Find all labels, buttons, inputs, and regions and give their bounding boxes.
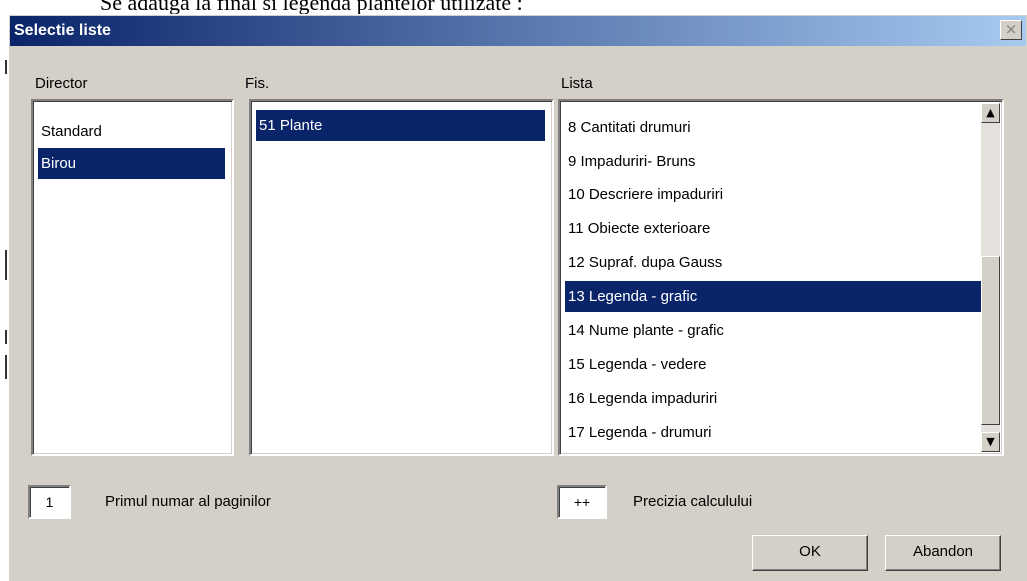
arrow-up-icon: ▲	[986, 106, 995, 119]
list-item-selected[interactable]: 13 Legenda - grafic	[565, 281, 983, 312]
dialog-title: Selectie liste	[14, 22, 111, 39]
list-item[interactable]: 12 Supraf. dupa Gauss	[565, 247, 983, 278]
scroll-up-button[interactable]: ▲	[981, 103, 1000, 123]
arrow-down-icon: ▼	[986, 435, 995, 448]
fis-item-plante[interactable]: 51 Plante	[256, 110, 545, 141]
list-item[interactable]: 14 Nume plante - grafic	[565, 315, 983, 346]
scroll-down-button[interactable]: ▼	[981, 432, 1000, 452]
abandon-button[interactable]: Abandon	[885, 535, 1001, 571]
director-item-standard[interactable]: Standard	[38, 116, 225, 147]
lista-scrollbar[interactable]: ▲ ▼	[981, 103, 1000, 452]
scroll-thumb[interactable]	[981, 256, 1000, 425]
close-button[interactable]: ×	[1000, 20, 1022, 40]
precision-input[interactable]: ++	[557, 485, 607, 519]
page-number-label: Primul numar al paginilor	[105, 493, 271, 510]
list-item[interactable]: 16 Legenda impaduriri	[565, 383, 983, 414]
document-margin	[0, 0, 8, 581]
selectie-liste-dialog: Selectie liste × Director Standard Birou…	[8, 14, 1027, 581]
precision-label: Precizia calculului	[633, 493, 753, 510]
fis-listbox[interactable]: 51 Plante	[249, 99, 554, 456]
page-number-input[interactable]: 1	[28, 485, 71, 519]
list-item[interactable]: 17 Legenda - drumuri	[565, 417, 983, 448]
list-item[interactable]: 11 Obiecte exterioare	[565, 213, 983, 244]
director-listbox[interactable]: Standard Birou	[31, 99, 234, 456]
director-label: Director	[35, 75, 88, 92]
list-item[interactable]: 8 Cantitati drumuri	[565, 112, 983, 143]
title-bar[interactable]: Selectie liste ×	[10, 16, 1026, 46]
lista-listbox[interactable]: 8 Cantitati drumuri 9 Impaduriri- Bruns …	[558, 99, 1004, 456]
list-item[interactable]: 9 Impaduriri- Bruns	[565, 146, 983, 177]
director-item-birou[interactable]: Birou	[38, 148, 225, 179]
ok-button[interactable]: OK	[752, 535, 868, 571]
lista-label: Lista	[561, 75, 593, 92]
list-item[interactable]: 15 Legenda - vedere	[565, 349, 983, 380]
list-item[interactable]: 10 Descriere impaduriri	[565, 179, 983, 210]
close-icon: ×	[1004, 20, 1018, 38]
fis-label: Fis.	[245, 75, 270, 92]
